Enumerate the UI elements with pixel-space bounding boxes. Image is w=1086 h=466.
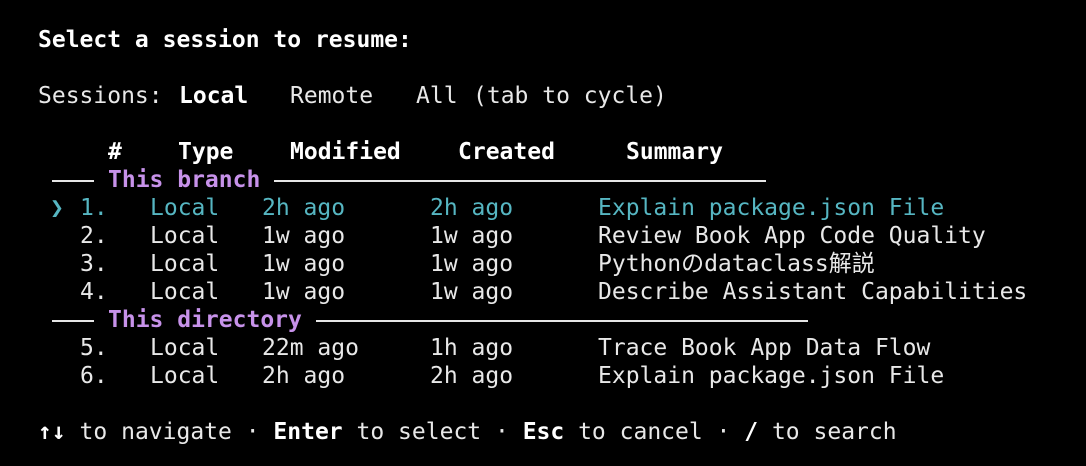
table-row[interactable]: 4. Local 1w ago 1w ago Describe Assistan… <box>0 278 1086 306</box>
row-type: Local <box>150 335 220 361</box>
row-created: 1w ago <box>430 251 514 277</box>
divider-line <box>274 180 766 182</box>
row-number: 5. <box>80 335 108 361</box>
table-row[interactable]: 5. Local 22m ago 1h ago Trace Book App D… <box>0 334 1086 362</box>
row-type: Local <box>150 223 220 249</box>
row-summary: Explain package.json File <box>598 195 945 221</box>
row-modified: 1w ago <box>262 279 346 305</box>
row-number: 3. <box>80 251 108 277</box>
row-modified: 2h ago <box>262 363 346 389</box>
row-summary: Trace Book App Data Flow <box>598 335 931 361</box>
selection-cursor-icon: ❯ <box>50 195 64 221</box>
column-header-number: # <box>108 139 122 165</box>
row-summary: Pythonのdataclass解説 <box>598 251 875 277</box>
group-label: This directory <box>108 307 302 333</box>
help-select: to select · <box>342 419 523 445</box>
table-header: # Type Modified Created Summary <box>0 138 1086 166</box>
row-created: 1h ago <box>430 335 514 361</box>
row-modified: 2h ago <box>262 195 346 221</box>
row-created: 2h ago <box>430 195 514 221</box>
row-number: 2. <box>80 223 108 249</box>
row-type: Local <box>150 251 220 277</box>
row-number: 6. <box>80 363 108 389</box>
help-navigate: to navigate · <box>65 419 274 445</box>
page-title: Select a session to resume: <box>38 27 412 53</box>
divider-line <box>52 180 94 182</box>
column-header-summary: Summary <box>626 139 723 165</box>
row-modified: 1w ago <box>262 223 346 249</box>
row-summary: Explain package.json File <box>598 363 945 389</box>
tab-all[interactable]: All <box>416 82 458 110</box>
column-header-type: Type <box>178 139 234 165</box>
help-key-enter: Enter <box>273 419 343 445</box>
keyboard-help: ↑↓ to navigate · Enter to select · Esc t… <box>38 418 897 446</box>
table-row[interactable]: 3. Local 1w ago 1w ago Pythonのdataclass解… <box>0 250 1086 278</box>
help-key-slash: / <box>744 419 759 445</box>
row-modified: 1w ago <box>262 251 346 277</box>
help-search: to search <box>758 419 897 445</box>
row-modified: 22m ago <box>262 335 359 361</box>
tab-local[interactable]: Local <box>179 82 248 110</box>
sessions-bar: Sessions: Local Remote All (tab to cycle… <box>38 82 738 110</box>
group-label: This branch <box>108 167 261 193</box>
sessions-label: Sessions: <box>38 83 163 109</box>
tab-remote[interactable]: Remote <box>290 82 373 110</box>
column-header-modified: Modified <box>290 139 401 165</box>
row-type: Local <box>150 363 220 389</box>
table-row[interactable]: 6. Local 2h ago 2h ago Explain package.j… <box>0 362 1086 390</box>
table-row[interactable]: ❯ 1. Local 2h ago 2h ago Explain package… <box>0 194 1086 222</box>
divider-line <box>52 320 94 322</box>
row-created: 2h ago <box>430 363 514 389</box>
row-type: Local <box>150 195 220 221</box>
row-summary: Review Book App Code Quality <box>598 223 986 249</box>
arrows-icon: ↑↓ <box>38 419 66 445</box>
divider-line <box>316 320 808 322</box>
tab-cycle-hint: (tab to cycle) <box>473 83 667 109</box>
row-created: 1w ago <box>430 223 514 249</box>
row-type: Local <box>150 279 220 305</box>
row-number: 1. <box>80 195 108 221</box>
help-cancel: to cancel · <box>564 419 745 445</box>
group-divider-this-directory: This directory <box>52 306 812 334</box>
row-number: 4. <box>80 279 108 305</box>
row-created: 1w ago <box>430 279 514 305</box>
table-row[interactable]: 2. Local 1w ago 1w ago Review Book App C… <box>0 222 1086 250</box>
column-header-created: Created <box>458 139 555 165</box>
row-summary: Describe Assistant Capabilities <box>598 279 1028 305</box>
group-divider-this-branch: This branch <box>52 166 768 194</box>
help-key-esc: Esc <box>522 419 565 445</box>
